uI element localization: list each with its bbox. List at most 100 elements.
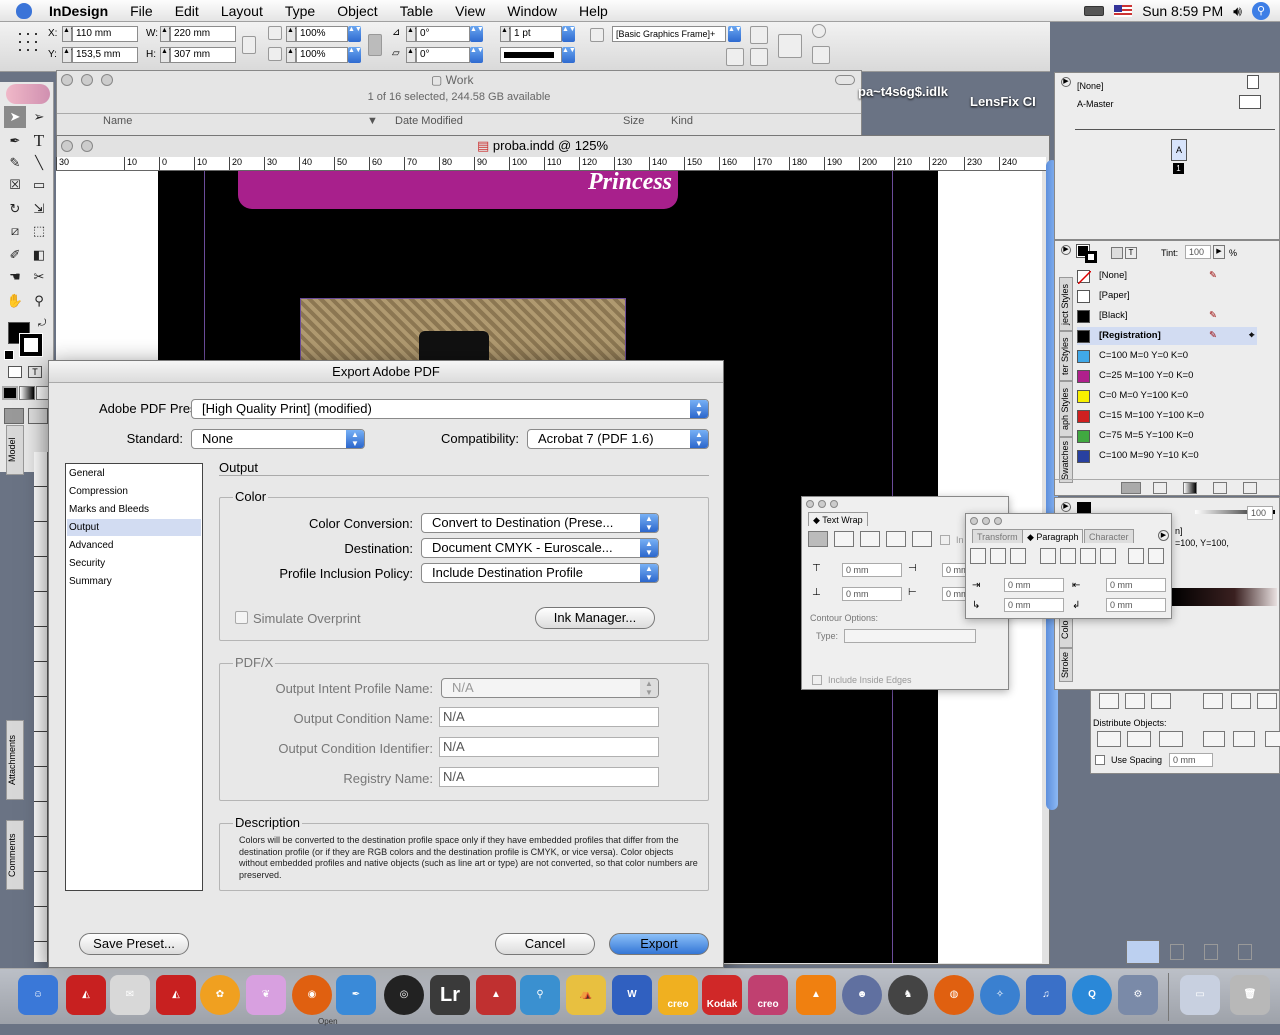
align-icon[interactable] <box>1203 693 1223 709</box>
menu-app[interactable]: InDesign <box>38 3 119 19</box>
swatch-row[interactable]: C=0 M=0 Y=100 K=0 <box>1077 387 1257 405</box>
section-advanced[interactable]: Advanced <box>67 537 201 554</box>
tab-text-wrap[interactable]: ◆ Text Wrap <box>808 512 868 526</box>
scissors-tool-icon[interactable]: ✂ <box>28 266 50 288</box>
trash-dock-icon[interactable]: 🗑︎ <box>1230 975 1270 1015</box>
menu-help[interactable]: Help <box>568 3 619 19</box>
hand-tool-icon[interactable]: ✋ <box>4 290 26 312</box>
include-inside-edges-checkbox[interactable] <box>812 675 822 685</box>
swatch-stroke-icon[interactable] <box>1085 251 1097 263</box>
align-right-icon[interactable] <box>1010 548 1026 564</box>
pages-none-master[interactable]: [None] <box>1077 81 1104 91</box>
align-left-icon[interactable] <box>970 548 986 564</box>
finder-dock-icon[interactable]: ☺ <box>18 975 58 1015</box>
page-1-thumb[interactable]: A <box>1171 139 1187 161</box>
y-field[interactable]: 153,5 mm <box>72 47 138 63</box>
output-condition-id-field[interactable]: N/A <box>439 737 659 757</box>
cancel-button[interactable]: Cancel <box>495 933 595 955</box>
show-all-swatches-icon[interactable] <box>1121 482 1141 494</box>
color-menu-icon[interactable]: ▶ <box>1061 502 1071 512</box>
tint-slider-arrow[interactable]: ▶ <box>1213 245 1225 259</box>
right-indent-field[interactable]: 0 mm <box>1106 578 1166 592</box>
tab-attachments[interactable]: Attachments <box>6 720 24 800</box>
scale-x-stepper[interactable]: ▲▼ <box>286 26 301 42</box>
w-field[interactable]: 220 mm <box>170 26 236 42</box>
trash-small-icon[interactable] <box>1238 944 1252 960</box>
menu-table[interactable]: Table <box>389 3 444 19</box>
registry-name-field[interactable]: N/A <box>439 767 659 787</box>
scale-x-popup-arrow[interactable]: ▲▼ <box>348 26 362 42</box>
para-minimize-button[interactable] <box>982 517 990 525</box>
pages-a-master[interactable]: A-Master <box>1077 99 1114 109</box>
doc-close-button[interactable] <box>61 140 73 152</box>
ink-manager-button[interactable]: Ink Manager... <box>535 607 655 629</box>
simulate-overprint-checkbox[interactable] <box>235 611 248 624</box>
pen-tool-icon[interactable]: ✒ <box>4 130 26 152</box>
free-transform-tool-icon[interactable]: ⬚ <box>28 220 50 242</box>
distribute-icon[interactable] <box>1265 731 1280 747</box>
color-value-field[interactable]: 100 <box>1247 506 1273 520</box>
gradient-tool-icon[interactable]: ◧ <box>28 244 50 266</box>
flower-dock-icon[interactable]: ✿ <box>200 975 240 1015</box>
use-spacing-field[interactable]: 0 mm <box>1169 753 1213 767</box>
no-wrap-icon[interactable] <box>808 531 828 547</box>
wrap-bounding-icon[interactable] <box>834 531 854 547</box>
horizontal-ruler[interactable]: 30 10 0 10 20 30 40 50 60 70 80 90 100 1… <box>56 157 1046 171</box>
col-size[interactable]: Size <box>623 115 644 127</box>
save-preset-button[interactable]: Save Preset... <box>79 933 189 955</box>
col-name[interactable]: Name <box>103 115 132 127</box>
tab-character-styles[interactable]: ter Styles <box>1059 331 1073 381</box>
clear-style-icon[interactable] <box>750 48 768 66</box>
tab-paragraph[interactable]: ◆ Paragraph <box>1022 529 1084 543</box>
section-general[interactable]: General <box>67 465 201 482</box>
master-a-thumb-icon[interactable] <box>1239 95 1261 109</box>
finder-toolbar-toggle[interactable] <box>835 75 855 85</box>
type-tool-icon[interactable]: T <box>28 130 50 152</box>
pencil-tool-icon[interactable]: ✎ <box>4 152 26 174</box>
apply-color-icon[interactable] <box>2 386 18 400</box>
scale-y-field[interactable]: 100% <box>296 47 348 63</box>
contour-type-select[interactable] <box>844 629 976 643</box>
flag-icon[interactable] <box>1114 5 1133 17</box>
feather-dock-icon[interactable]: ✒ <box>336 975 376 1015</box>
scale-y-popup-arrow[interactable]: ▲▼ <box>348 47 362 63</box>
align-away-spine-icon[interactable] <box>1148 548 1164 564</box>
justify-right-icon[interactable] <box>1080 548 1096 564</box>
menu-object[interactable]: Object <box>326 3 388 19</box>
swatch-row[interactable]: [Paper] <box>1077 287 1257 305</box>
control-options-icon[interactable] <box>812 46 830 64</box>
align-icon[interactable] <box>1151 693 1171 709</box>
scale-tool-icon[interactable]: ⇲ <box>28 198 50 220</box>
tab-transform[interactable]: Transform <box>972 529 1023 543</box>
shear-tool-icon[interactable]: ⧄ <box>4 220 26 242</box>
jump-object-icon[interactable] <box>886 531 906 547</box>
y-stepper[interactable]: ▲▼ <box>62 47 77 63</box>
shear-field[interactable]: 0° <box>416 47 470 63</box>
x-field[interactable]: 110 mm <box>72 26 138 42</box>
normal-view-icon[interactable] <box>4 408 24 424</box>
link-icon[interactable] <box>368 34 382 56</box>
output-intent-select[interactable]: N/A ▲ ▼ <box>441 678 659 698</box>
h-field[interactable]: 307 mm <box>170 47 236 63</box>
destination-select[interactable]: Document CMYK - Euroscale... ▲ ▼ <box>421 538 659 558</box>
photo-frame[interactable] <box>300 298 626 371</box>
rectangle-tool-icon[interactable]: ▭ <box>28 174 50 196</box>
formatting-container-icon[interactable] <box>8 366 22 378</box>
rotate-field[interactable]: 0° <box>416 26 470 42</box>
sort-arrow-icon[interactable]: ▼ <box>367 115 378 127</box>
shear-popup-arrow[interactable]: ▲▼ <box>470 47 484 63</box>
swatch-row-selected[interactable]: [Registration] ✎ ⌖ <box>1077 327 1257 345</box>
pages-menu-icon[interactable]: ▶ <box>1061 77 1071 87</box>
stroke-weight-field[interactable]: 1 pt <box>510 26 562 42</box>
firefox-dock-icon[interactable]: ◍ <box>934 975 974 1015</box>
control-menu-icon[interactable] <box>812 24 826 38</box>
align-spine-icon[interactable] <box>1128 548 1144 564</box>
pyramid-dock-icon[interactable]: ▲ <box>476 975 516 1015</box>
distribute-icon[interactable] <box>1203 731 1225 747</box>
tw-minimize-button[interactable] <box>818 500 826 508</box>
tw-close-button[interactable] <box>806 500 814 508</box>
rotate-stepper[interactable]: ▲▼ <box>406 26 421 42</box>
rotate-popup-arrow[interactable]: ▲▼ <box>470 26 484 42</box>
line-tool-icon[interactable]: ╲ <box>28 152 50 174</box>
tab-paragraph-styles[interactable]: aph Styles <box>1059 381 1073 437</box>
